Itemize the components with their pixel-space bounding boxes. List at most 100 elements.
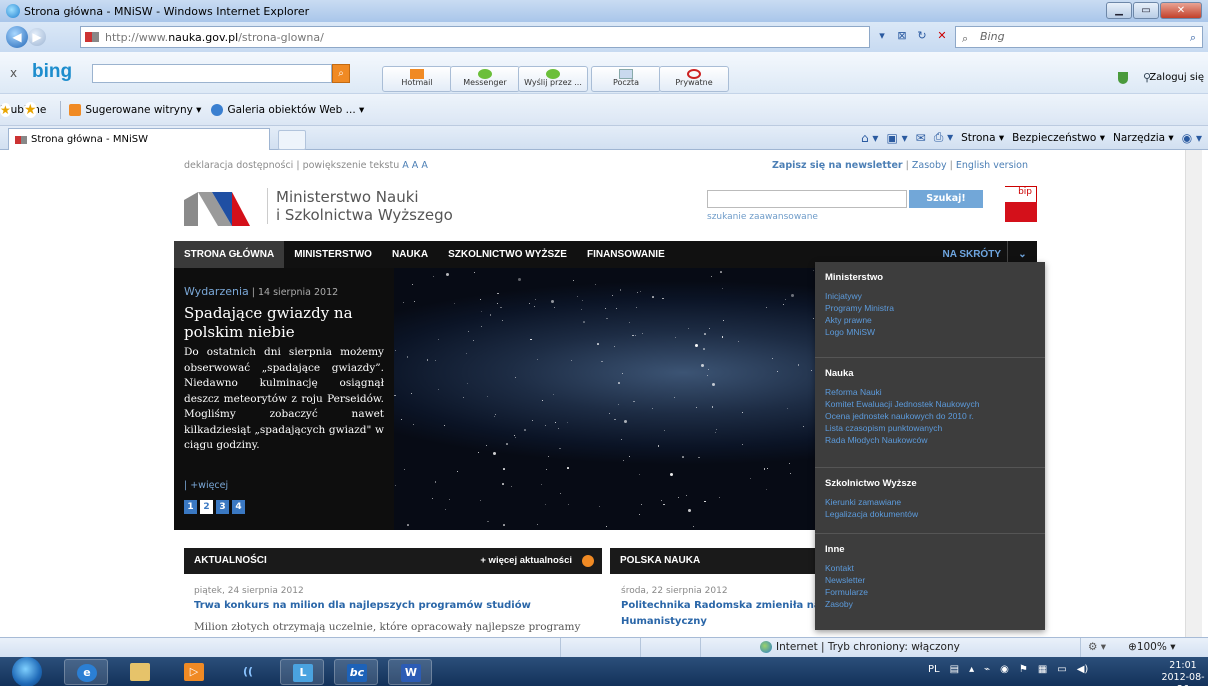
- start-button[interactable]: [12, 657, 42, 686]
- device-icon[interactable]: ▦: [1038, 664, 1047, 675]
- minimize-button[interactable]: ▁: [1106, 2, 1132, 19]
- volume-icon[interactable]: ◀): [1077, 664, 1089, 675]
- protected-mode-icon[interactable]: ⚙ ▾: [1088, 641, 1106, 653]
- show-hidden-icons[interactable]: ▴: [969, 664, 974, 675]
- nav-home[interactable]: STRONA GŁÓWNA: [174, 241, 285, 268]
- site-search-button[interactable]: Szukaj!: [909, 190, 983, 208]
- send-via-button[interactable]: Wyślij przez ...: [518, 66, 588, 92]
- bing-search-button[interactable]: ⌕: [332, 64, 350, 83]
- shield-icon[interactable]: [1118, 72, 1128, 84]
- taskbar-media[interactable]: ▷: [172, 659, 216, 685]
- taskbar-ie[interactable]: e: [64, 659, 108, 685]
- page-menu[interactable]: Strona ▾: [961, 132, 1004, 144]
- dropdown-link[interactable]: Inicjatywy: [815, 290, 1045, 302]
- keyboard-icon[interactable]: ▤: [950, 664, 959, 675]
- science-title-cont[interactable]: Humanistyczny: [621, 614, 707, 630]
- add-favorite-icon[interactable]: ★: [0, 102, 11, 117]
- newsletter-link[interactable]: Zapisz się na newsletter: [772, 160, 903, 171]
- taskbar-explorer[interactable]: [118, 659, 162, 685]
- hotmail-button[interactable]: Hotmail: [382, 66, 452, 92]
- zoom-control[interactable]: ⊕100% ▾: [1128, 641, 1175, 653]
- print-icon[interactable]: ⎙ ▾: [934, 130, 953, 145]
- network-icon[interactable]: ⌁: [984, 664, 990, 675]
- dropdown-link[interactable]: Reforma Nauki: [815, 386, 1045, 398]
- font-size-buttons[interactable]: A A A: [402, 160, 428, 171]
- refresh-icon[interactable]: ↻: [914, 27, 930, 45]
- mail-button[interactable]: Poczta: [591, 66, 661, 92]
- web-slice-gallery[interactable]: Galeria obiektów Web ... ▾: [211, 103, 364, 116]
- help-icon[interactable]: ◉ ▾: [1182, 131, 1202, 145]
- suggested-sites[interactable]: Sugerowane witryny ▾: [69, 103, 201, 116]
- nav-financing[interactable]: FINANSOWANIE: [577, 241, 675, 268]
- language-indicator[interactable]: PL: [928, 664, 940, 675]
- ministry-logo[interactable]: [184, 186, 250, 226]
- english-version-link[interactable]: English version: [956, 160, 1028, 171]
- tools-menu[interactable]: Narzędzia ▾: [1113, 132, 1174, 144]
- forward-button[interactable]: ▶: [28, 28, 46, 46]
- clock[interactable]: 21:01 2012-08-26: [1158, 660, 1208, 686]
- monitor-icon[interactable]: ▭: [1057, 664, 1066, 675]
- news-title[interactable]: Trwa konkurs na milion dla najlepszych p…: [194, 598, 531, 614]
- back-button[interactable]: ◀: [6, 26, 28, 48]
- stop-icon[interactable]: ✕: [934, 27, 950, 45]
- nav-science[interactable]: NAUKA: [382, 241, 438, 268]
- hero-more-link[interactable]: | +więcej: [184, 480, 228, 491]
- messenger-button[interactable]: Messenger: [450, 66, 520, 92]
- feeds-icon[interactable]: ▣ ▾: [886, 131, 907, 145]
- dropdown-link[interactable]: Lista czasopism punktowanych: [815, 422, 1045, 434]
- dropdown-link[interactable]: Newsletter: [815, 574, 1045, 586]
- favorites-star-icon[interactable]: ★: [24, 101, 37, 118]
- hero-category[interactable]: Wydarzenia: [184, 285, 249, 298]
- new-tab-button[interactable]: [278, 130, 306, 150]
- dropdown-link[interactable]: Programy Ministra: [815, 302, 1045, 314]
- safety-menu[interactable]: Bezpieczeństwo ▾: [1012, 132, 1105, 144]
- dropdown-link[interactable]: Akty prawne: [815, 314, 1045, 326]
- login-link[interactable]: Zaloguj się: [1149, 72, 1204, 83]
- chrome-tray-icon[interactable]: ◉: [1000, 664, 1009, 675]
- address-bar[interactable]: http://www. nauka.gov.pl/strona-glowna/: [80, 26, 870, 48]
- dropdown-link[interactable]: Rada Młodych Naukowców: [815, 434, 1045, 446]
- bing-search-input[interactable]: [92, 64, 332, 83]
- dropdown-link[interactable]: Ocena jednostek naukowych do 2010 r.: [815, 410, 1045, 422]
- toolbar-close-icon[interactable]: x: [10, 66, 17, 80]
- text-enlarge-link[interactable]: powiększenie tekstu: [303, 160, 400, 171]
- dropdown-link[interactable]: Formularze: [815, 586, 1045, 598]
- flag-icon[interactable]: ⚑: [1019, 664, 1028, 675]
- vertical-scrollbar[interactable]: [1185, 150, 1202, 637]
- address-dropdown-icon[interactable]: ▾: [874, 27, 890, 45]
- read-mail-icon[interactable]: ✉: [916, 131, 926, 145]
- pager-button[interactable]: 3: [216, 500, 229, 514]
- close-button[interactable]: ✕: [1160, 2, 1202, 19]
- search-box[interactable]: ⌕ Bing ⌕: [955, 26, 1203, 48]
- dropdown-link[interactable]: Kontakt: [815, 562, 1045, 574]
- nav-ministry[interactable]: MINISTERSTWO: [284, 241, 382, 268]
- taskbar-app-bc[interactable]: bc: [334, 659, 378, 685]
- dropdown-link[interactable]: Zasoby: [815, 598, 1045, 610]
- advanced-search-link[interactable]: szukanie zaawansowane: [707, 212, 818, 222]
- resources-link[interactable]: Zasoby: [912, 160, 947, 171]
- site-search-input[interactable]: [707, 190, 907, 208]
- dropdown-link[interactable]: Komitet Ewaluacji Jednostek Naukowych: [815, 398, 1045, 410]
- taskbar-app-cc[interactable]: ((: [226, 659, 270, 685]
- more-news-link[interactable]: + więcej aktualności: [480, 548, 572, 574]
- hero-title[interactable]: Spadające gwiazdy na polskim niebie: [184, 304, 389, 342]
- dropdown-link[interactable]: Kierunki zamawiane: [815, 496, 1045, 508]
- tab-active[interactable]: Strona główna - MNiSW: [8, 128, 270, 150]
- pager-button[interactable]: 1: [184, 500, 197, 514]
- dropdown-link[interactable]: Legalizacja dokumentów: [815, 508, 1045, 520]
- nav-higher-education[interactable]: SZKOLNICTWO WYŻSZE: [438, 241, 577, 268]
- rss-icon[interactable]: [582, 555, 594, 567]
- accessibility-declaration-link[interactable]: deklaracja dostępności: [184, 160, 293, 171]
- private-button[interactable]: Prywatne: [659, 66, 729, 92]
- dropdown-link[interactable]: Logo MNiSW: [815, 326, 1045, 338]
- pager-button[interactable]: 2: [200, 500, 213, 514]
- maximize-button[interactable]: ▭: [1133, 2, 1159, 19]
- science-title[interactable]: Politechnika Radomska zmieniła nazwę: [621, 598, 842, 614]
- security-zone[interactable]: Internet | Tryb chroniony: włączony: [760, 641, 960, 653]
- compatibility-icon[interactable]: ⊠: [894, 27, 910, 45]
- search-icon[interactable]: ⌕: [1190, 28, 1196, 48]
- pager-button[interactable]: 4: [232, 500, 245, 514]
- bip-logo[interactable]: bip: [1005, 186, 1037, 222]
- home-icon[interactable]: ⌂ ▾: [861, 131, 878, 145]
- taskbar-app-ls[interactable]: L: [280, 659, 324, 685]
